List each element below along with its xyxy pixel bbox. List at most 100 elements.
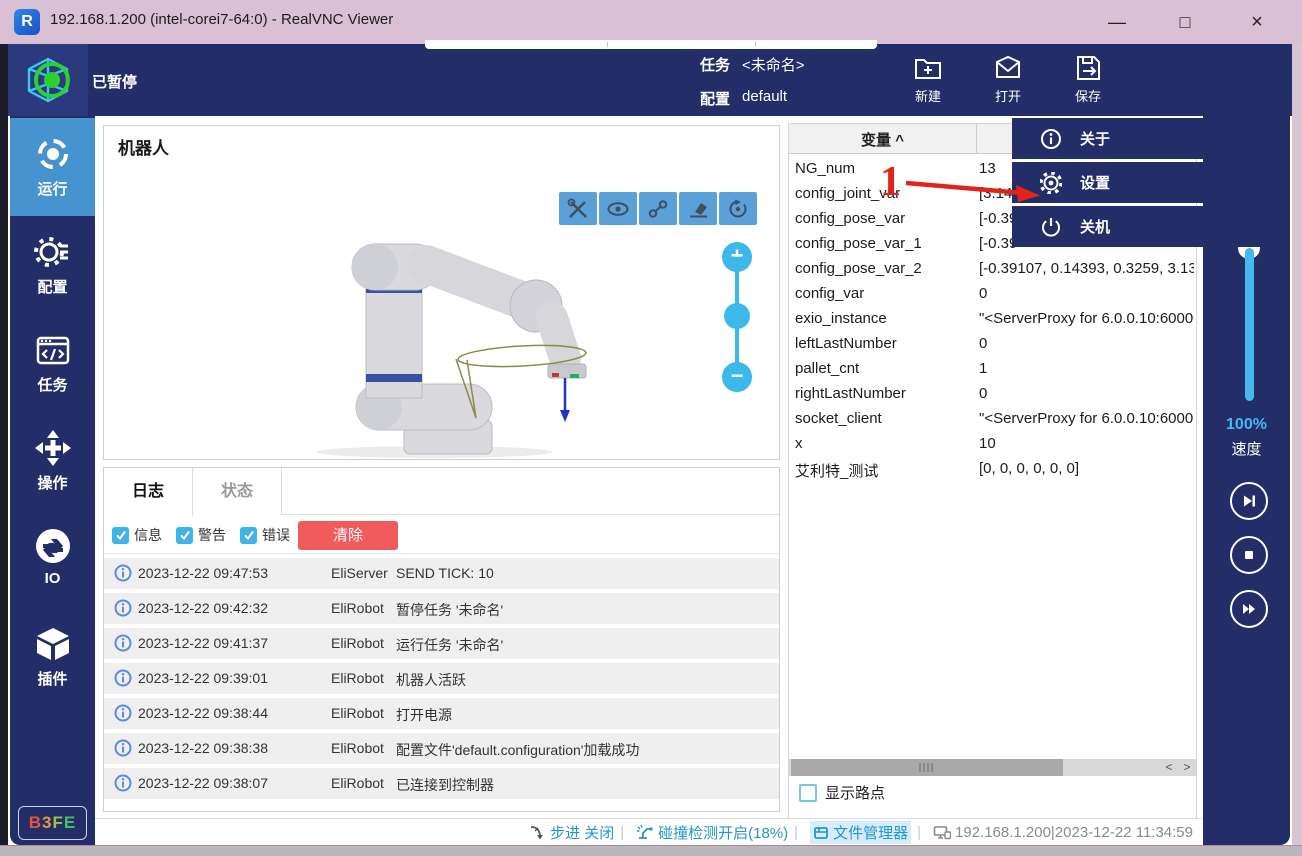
menu-item-shutdown[interactable]: 关机: [1012, 206, 1290, 247]
menu-item-settings[interactable]: 设置: [1012, 162, 1290, 203]
show-waypoints-checkbox[interactable]: 显示路点: [799, 782, 885, 803]
visibility-button[interactable]: [599, 192, 637, 225]
top-navbar: 已暂停 任务 <未命名> 配置 default 新建 打开 保存: [8, 44, 1292, 116]
log-message: 运行任务 '未命名': [396, 635, 503, 655]
scrollbar-grip-icon: [919, 763, 933, 772]
sidebar-item-operate[interactable]: 操作: [10, 412, 95, 510]
filter-warning-checkbox[interactable]: 警告: [176, 525, 226, 545]
log-source: EliRobot: [331, 600, 384, 616]
menu-item-about[interactable]: 关于: [1012, 118, 1290, 159]
clear-log-button[interactable]: 清除: [298, 521, 398, 550]
log-timestamp: 2023-12-22 09:38:07: [138, 775, 268, 791]
sidebar-item-task[interactable]: 任务: [10, 314, 95, 412]
io-arrows-icon: [33, 526, 73, 566]
variable-value: [-0.39107, 0.14393, 0.3259, 3.1325: [979, 260, 1194, 277]
step-mode-toggle[interactable]: 步进 关闭: [529, 822, 614, 843]
variable-value: 1: [979, 360, 987, 377]
separator: |: [794, 824, 798, 841]
log-list: 2023-12-22 09:47:53EliServerSEND TICK: 1…: [104, 558, 779, 803]
speed-slider-track[interactable]: [1245, 248, 1254, 401]
zoom-slider-knob[interactable]: [724, 303, 750, 329]
variable-name: rightLastNumber: [795, 385, 906, 402]
open-button[interactable]: 打开: [976, 50, 1040, 112]
code-window-icon: [33, 330, 73, 370]
stop-button[interactable]: [1230, 536, 1268, 574]
variable-row[interactable]: config_pose_var_2[-0.39107, 0.14393, 0.3…: [789, 257, 1196, 282]
sidebar: 运行 配置 任务 操作 IO 插件 B3FE: [10, 116, 95, 845]
fast-forward-icon: [1241, 601, 1257, 617]
sidebar-item-io[interactable]: IO: [10, 510, 95, 608]
log-source: EliRobot: [331, 670, 384, 686]
minimize-button[interactable]: —: [1100, 8, 1134, 36]
variable-row[interactable]: pallet_cnt 1: [789, 357, 1196, 382]
variables-header-label: 变量: [861, 132, 891, 149]
filter-label: 信息: [134, 525, 162, 545]
variable-row[interactable]: x10: [789, 432, 1196, 457]
save-button[interactable]: 保存: [1056, 50, 1120, 112]
variable-name: config_pose_var_1: [795, 235, 922, 252]
tab-status[interactable]: 状态: [193, 468, 282, 515]
variable-name: NG_num: [795, 160, 855, 177]
new-folder-icon: [912, 52, 944, 84]
zoom-out-button[interactable]: −: [722, 362, 752, 392]
gear-icon: [1040, 172, 1062, 194]
file-manager-button[interactable]: 文件管理器: [810, 821, 911, 844]
sidebar-item-label: 操作: [10, 472, 95, 493]
desktop-edge-strip: [0, 845, 1302, 856]
tab-log[interactable]: 日志: [104, 468, 193, 516]
new-button-label: 新建: [896, 86, 960, 105]
variable-row[interactable]: 艾利特_测试[0, 0, 0, 0, 0, 0]: [789, 457, 1196, 482]
variable-row[interactable]: leftLastNumber0: [789, 332, 1196, 357]
sidebar-item-run[interactable]: 运行: [10, 118, 95, 216]
reset-view-button[interactable]: [719, 192, 757, 225]
sidebar-item-label: 插件: [10, 668, 95, 689]
step-next-button[interactable]: [1230, 482, 1268, 520]
log-timestamp: 2023-12-22 09:38:44: [138, 705, 268, 721]
variable-row[interactable]: config_var0: [789, 282, 1196, 307]
scroll-left-arrow[interactable]: <: [1160, 759, 1178, 776]
close-button[interactable]: ×: [1240, 8, 1274, 36]
log-timestamp: 2023-12-22 09:39:01: [138, 670, 268, 686]
variable-row[interactable]: rightLastNumber0: [789, 382, 1196, 407]
status-bar: 步进 关闭 | 碰撞检测开启(18%) | 文件管理器 | 192.168.1.…: [95, 818, 1203, 845]
fast-forward-button[interactable]: [1230, 590, 1268, 628]
scroll-right-arrow[interactable]: >: [1178, 759, 1196, 776]
file-manager-icon: [813, 825, 829, 840]
open-icon: [992, 52, 1024, 84]
horizontal-scrollbar[interactable]: < >: [789, 759, 1196, 776]
separator: |: [620, 824, 624, 841]
vnc-toolbar-strip[interactable]: [425, 40, 877, 49]
variable-name: config_joint_var: [795, 185, 900, 202]
log-source: EliRobot: [331, 635, 384, 651]
new-button[interactable]: 新建: [896, 50, 960, 112]
realvnc-logo-icon: R: [14, 9, 40, 35]
variable-row[interactable]: exio_instance"<ServerProxy for 6.0.0.10:…: [789, 307, 1196, 332]
variable-row[interactable]: socket_client"<ServerProxy for 6.0.0.10:…: [789, 407, 1196, 432]
filter-error-checkbox[interactable]: 错误: [240, 525, 290, 545]
sidebar-item-config[interactable]: 配置: [10, 216, 95, 314]
checkbox-checked-icon: [112, 527, 129, 544]
collapse-caret-icon[interactable]: ^: [895, 132, 904, 149]
robot-viewport[interactable]: [104, 126, 781, 461]
maximize-button[interactable]: □: [1168, 8, 1202, 36]
collision-detect-toggle[interactable]: 碰撞检测开启(18%): [636, 822, 788, 843]
column-divider: [976, 124, 977, 154]
log-source: EliServer: [331, 565, 388, 581]
b3fe-badge: B3FE: [18, 806, 87, 840]
log-message: 配置文件'default.configuration'加载成功: [396, 740, 639, 760]
skip-next-icon: [1241, 493, 1257, 509]
robot-3d-panel: 机器人: [103, 125, 780, 460]
variable-name: pallet_cnt: [795, 360, 859, 377]
badge-letter: 3: [42, 813, 52, 832]
power-icon: [1040, 216, 1062, 238]
tools-button[interactable]: [559, 192, 597, 225]
save-button-label: 保存: [1056, 86, 1120, 105]
path-button[interactable]: [639, 192, 677, 225]
variable-name: exio_instance: [795, 310, 887, 327]
show-waypoints-label: 显示路点: [825, 782, 885, 803]
scrollbar-thumb[interactable]: [791, 759, 1063, 776]
eraser-button[interactable]: [679, 192, 717, 225]
sidebar-item-plugin[interactable]: 插件: [10, 608, 95, 706]
log-entry: 2023-12-22 09:38:38EliRobot配置文件'default.…: [104, 733, 779, 764]
filter-info-checkbox[interactable]: 信息: [112, 525, 162, 545]
